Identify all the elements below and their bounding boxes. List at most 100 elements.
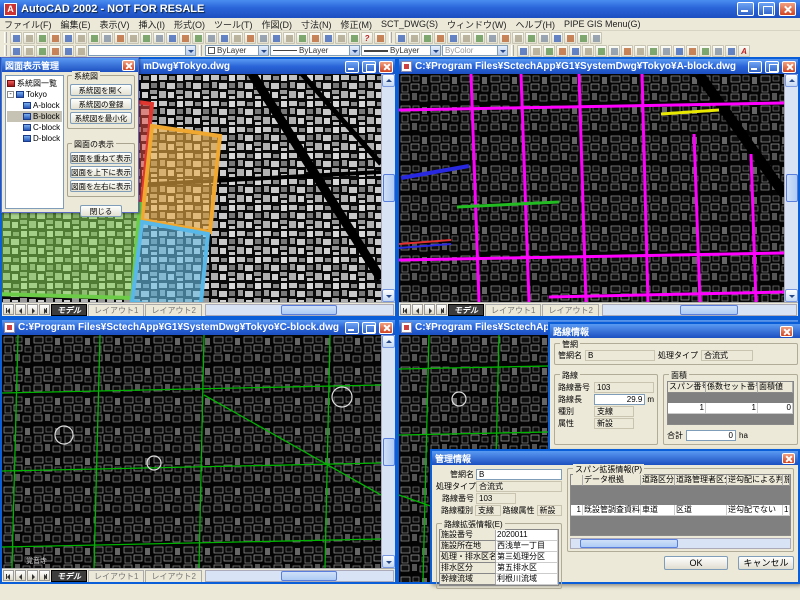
offset-icon[interactable]	[434, 32, 446, 44]
span-ext-table[interactable]: データ根拠道路区分道路管理者区分逆勾配による判定施工年度 1既設管調査資料車道区…	[570, 474, 791, 536]
menu-draw[interactable]: 作図(D)	[262, 18, 293, 31]
route-ext-table[interactable]: 施設番号2020011 施設所在地西浅草一丁目 処理・排水区名第三処理分区 排水…	[439, 529, 559, 586]
revision-cloud-icon[interactable]	[621, 45, 633, 57]
tab-next-icon[interactable]	[27, 570, 38, 581]
scroll-down-icon[interactable]	[382, 289, 395, 302]
region-icon[interactable]	[725, 45, 737, 57]
toolbar-grip[interactable]	[4, 45, 7, 56]
tab-last-icon[interactable]	[39, 304, 50, 315]
layer-lock-icon[interactable]	[62, 45, 74, 57]
make-block-icon[interactable]	[686, 45, 698, 57]
properties-icon[interactable]	[335, 32, 347, 44]
cut-icon[interactable]	[88, 32, 100, 44]
mirror-icon[interactable]	[421, 32, 433, 44]
layer-previous-icon[interactable]	[23, 45, 35, 57]
toolbar-grip[interactable]	[389, 32, 392, 43]
menu-sct-dwg[interactable]: SCT_DWG(S)	[381, 19, 438, 29]
scroll-down-icon[interactable]	[382, 555, 395, 568]
tab-next-icon[interactable]	[424, 304, 435, 315]
tab-last-icon[interactable]	[39, 570, 50, 581]
vertical-scrollbar[interactable]	[381, 74, 395, 302]
tab-first-icon[interactable]	[3, 304, 14, 315]
tree-item-tokyo[interactable]: -Tokyo	[7, 89, 62, 100]
construction-line-icon[interactable]	[530, 45, 542, 57]
tab-layout2[interactable]: レイアウト2	[145, 304, 201, 316]
menu-edit[interactable]: 編集(E)	[61, 18, 91, 31]
menu-pipe-gis[interactable]: PIPE GIS Menu(G)	[564, 19, 641, 29]
rotate-icon[interactable]	[473, 32, 485, 44]
tab-layout2[interactable]: レイアウト2	[542, 304, 598, 316]
open-icon[interactable]	[23, 32, 35, 44]
spline-icon[interactable]	[634, 45, 646, 57]
open-system-diagram-button[interactable]: 系統図を開く	[70, 84, 132, 96]
scrollbar-thumb[interactable]	[680, 305, 738, 315]
redo-icon[interactable]	[153, 32, 165, 44]
paste-icon[interactable]	[114, 32, 126, 44]
scroll-up-icon[interactable]	[382, 74, 395, 87]
zoom-window-icon[interactable]	[309, 32, 321, 44]
system-tree[interactable]: 系統図一覧 -Tokyo A-block B-block C-block D-b…	[5, 75, 64, 209]
linetype-combo[interactable]: ByLayer	[270, 45, 360, 56]
copy-icon[interactable]	[101, 32, 113, 44]
toolbar-grip[interactable]	[199, 45, 202, 56]
tab-layout2[interactable]: レイアウト2	[145, 570, 201, 582]
layer-on-icon[interactable]	[36, 45, 48, 57]
minimize-icon[interactable]	[345, 322, 359, 334]
lineweight-combo[interactable]: ByLayer	[361, 45, 441, 56]
tab-last-icon[interactable]	[436, 304, 447, 315]
manage-dialog-titlebar[interactable]: 管理情報	[432, 451, 798, 465]
chevron-down-icon[interactable]	[497, 46, 507, 55]
zoom-realtime-icon[interactable]	[296, 32, 308, 44]
tab-prev-icon[interactable]	[15, 570, 26, 581]
scrollbar-thumb[interactable]	[786, 174, 798, 202]
tree-item-b-block[interactable]: B-block	[7, 111, 62, 122]
insert-block-icon[interactable]	[673, 45, 685, 57]
tree-item-d-block[interactable]: D-block	[7, 133, 62, 144]
menu-dimension[interactable]: 寸法(N)	[301, 18, 332, 31]
array-icon[interactable]	[447, 32, 459, 44]
window-a-block-titlebar[interactable]: C:¥Program Files¥SctechApp¥G1¥SystemDwg¥…	[399, 59, 798, 74]
sct-map-icon[interactable]	[166, 32, 178, 44]
move-icon[interactable]	[460, 32, 472, 44]
tab-next-icon[interactable]	[27, 304, 38, 315]
menu-tools[interactable]: ツール(T)	[214, 18, 253, 31]
scrollbar-thumb[interactable]	[383, 438, 395, 466]
app-minimize-button[interactable]	[737, 2, 754, 16]
close-icon[interactable]	[782, 453, 795, 464]
named-views-icon[interactable]	[270, 32, 282, 44]
app-maximize-button[interactable]	[758, 2, 775, 16]
sct-node-icon[interactable]	[257, 32, 269, 44]
menu-format[interactable]: 形式(O)	[174, 18, 205, 31]
drawing-canvas-c-block[interactable]: 覚音寺	[2, 335, 381, 568]
tab-model[interactable]: モデル	[51, 304, 87, 316]
restore-icon[interactable]	[362, 61, 376, 73]
tab-layout1[interactable]: レイアウト1	[88, 570, 144, 582]
circle-icon[interactable]	[608, 45, 620, 57]
polygon-icon[interactable]	[569, 45, 581, 57]
hatch-icon[interactable]	[712, 45, 724, 57]
minimize-system-diagram-button[interactable]: 系統図を最小化	[70, 112, 132, 124]
dbconnect-icon[interactable]	[348, 32, 360, 44]
polyline-icon[interactable]	[556, 45, 568, 57]
toolbar-grip[interactable]	[4, 32, 7, 43]
close-icon[interactable]	[780, 326, 793, 337]
chevron-down-icon[interactable]	[185, 46, 195, 55]
vertical-scrollbar[interactable]	[784, 74, 798, 302]
mtext-icon[interactable]: A	[738, 45, 750, 57]
horizontal-scrollbar[interactable]	[205, 304, 394, 316]
trim-icon[interactable]	[525, 32, 537, 44]
tab-prev-icon[interactable]	[15, 304, 26, 315]
lengthen-icon[interactable]	[512, 32, 524, 44]
chamfer-icon[interactable]	[564, 32, 576, 44]
new-file-icon[interactable]	[10, 32, 22, 44]
vertical-scrollbar[interactable]	[381, 335, 395, 568]
minimize-icon[interactable]	[748, 61, 762, 73]
tab-model[interactable]: モデル	[448, 304, 484, 316]
scroll-down-icon[interactable]	[785, 289, 798, 302]
point-icon[interactable]	[699, 45, 711, 57]
menu-file[interactable]: ファイル(F)	[4, 18, 52, 31]
area-table[interactable]: スパン番号係数セット番号面積値 110	[667, 381, 794, 425]
cancel-button[interactable]: キャンセル	[738, 556, 794, 570]
palette-titlebar[interactable]: 図面表示管理	[2, 58, 138, 72]
scrollbar-thumb[interactable]	[281, 305, 337, 315]
